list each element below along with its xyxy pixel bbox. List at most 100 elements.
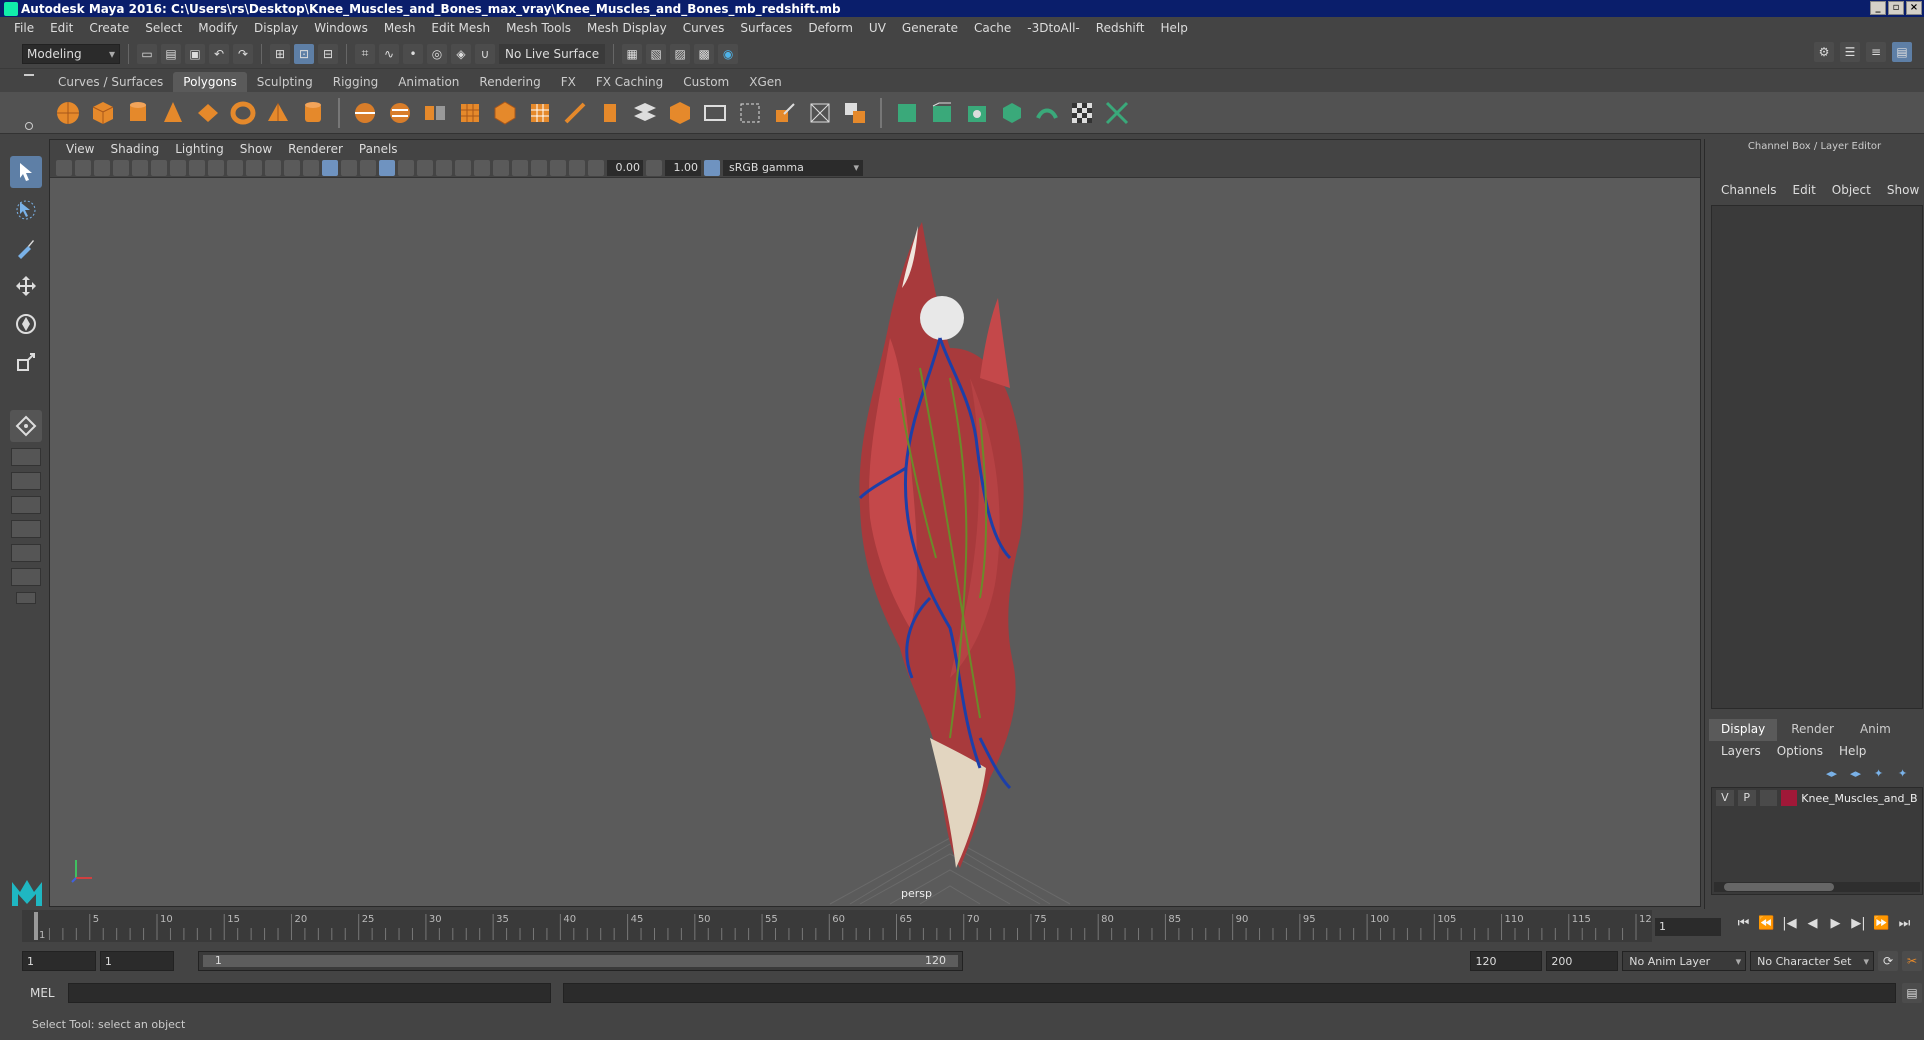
step-back-frame-icon[interactable]: |◀ (1781, 916, 1798, 931)
default-lighting-icon[interactable] (341, 159, 357, 176)
menu-set-dropdown[interactable]: Modeling (22, 43, 120, 64)
mirror-icon[interactable] (421, 99, 449, 127)
smooth-shade-icon[interactable] (322, 159, 338, 176)
move-tool-icon[interactable] (10, 270, 42, 302)
wireframe-icon[interactable] (303, 159, 319, 176)
menu-generate[interactable]: Generate (894, 21, 966, 35)
menu-curves[interactable]: Curves (675, 21, 733, 35)
layer-playback-toggle[interactable]: P (1737, 790, 1756, 806)
select-component-icon[interactable]: ⊟ (318, 43, 338, 64)
maximize-button[interactable]: ▫ (1888, 1, 1904, 15)
panel-menu-show[interactable]: Show (232, 142, 280, 156)
reduce-icon[interactable] (491, 99, 519, 127)
snap-grid-icon[interactable]: ⌗ (355, 43, 375, 64)
ipr-render-icon[interactable]: ▧ (646, 43, 667, 64)
view-transform-dropdown[interactable]: sRGB gamma (723, 159, 863, 176)
multi-cut-icon[interactable] (561, 99, 589, 127)
range-slider-handle[interactable] (202, 955, 958, 967)
menu-surfaces[interactable]: Surfaces (732, 21, 800, 35)
anim-layer-dropdown[interactable]: No Anim Layer (1622, 951, 1747, 972)
uv-checker-icon[interactable] (1068, 99, 1096, 127)
panel-menu-renderer[interactable]: Renderer (280, 142, 351, 156)
layout-two-icon[interactable] (11, 496, 41, 514)
poly-cylinder-icon[interactable] (124, 99, 152, 127)
shelf-tab-xgen[interactable]: XGen (739, 72, 792, 92)
attribute-editor-icon[interactable]: ☰ (1840, 42, 1860, 62)
resolution-gate-icon[interactable] (208, 159, 224, 176)
poly-cone-icon[interactable] (159, 99, 187, 127)
combine-icon[interactable] (351, 99, 379, 127)
hypershade-icon[interactable]: ▩ (694, 43, 715, 64)
menu-redshift[interactable]: Redshift (1088, 21, 1153, 35)
depth-of-field-icon[interactable] (493, 159, 509, 176)
menu-help[interactable]: Help (1152, 21, 1195, 35)
motion-blur-icon[interactable] (455, 159, 471, 176)
save-scene-icon[interactable]: ▣ (185, 43, 205, 64)
modeling-toolkit-icon[interactable]: ⚙ (1814, 42, 1834, 62)
grid-icon[interactable] (170, 159, 186, 176)
shelf-tab-polygons[interactable]: Polygons (173, 72, 247, 92)
animation-preferences-icon[interactable]: ✂ (1902, 951, 1923, 971)
menu-select[interactable]: Select (137, 21, 190, 35)
screen-space-ao-icon[interactable] (436, 159, 452, 176)
show-manipulator-icon[interactable] (10, 410, 42, 442)
magnet-icon[interactable]: ∪ (475, 43, 495, 64)
tool-settings-icon[interactable]: ≡ (1866, 42, 1886, 62)
channel-menu-object[interactable]: Object (1824, 183, 1879, 197)
new-scene-icon[interactable]: ▭ (137, 43, 157, 64)
character-set-dropdown[interactable]: No Character Set (1750, 951, 1875, 972)
playback-start-field[interactable]: 1 (99, 951, 174, 971)
layer-display-type[interactable] (1759, 790, 1778, 806)
gamma-field[interactable]: 1.00 (665, 159, 701, 176)
uv-spherical-icon[interactable] (963, 99, 991, 127)
panel-menu-lighting[interactable]: Lighting (167, 142, 232, 156)
shelf-settings-icon[interactable] (25, 122, 33, 130)
camera-tools-icon[interactable] (75, 159, 91, 176)
menu-windows[interactable]: Windows (306, 21, 376, 35)
snap-curve-icon[interactable]: ∿ (379, 43, 399, 64)
menu-mesh-tools[interactable]: Mesh Tools (498, 21, 579, 35)
menu-uv[interactable]: UV (861, 21, 894, 35)
layer-tab-anim[interactable]: Anim (1848, 719, 1903, 741)
rotate-tool-icon[interactable] (10, 308, 42, 340)
menu-deform[interactable]: Deform (800, 21, 861, 35)
uv-planar-icon[interactable] (893, 99, 921, 127)
poly-torus-icon[interactable] (229, 99, 257, 127)
auto-key-icon[interactable]: ⟳ (1878, 951, 1899, 971)
poly-sphere-icon[interactable] (54, 99, 82, 127)
channel-menu-show[interactable]: Show (1879, 183, 1924, 197)
current-frame-field[interactable]: 1 (1655, 918, 1721, 936)
film-gate-icon[interactable] (189, 159, 205, 176)
menu-edit-mesh[interactable]: Edit Mesh (423, 21, 498, 35)
render-view-icon[interactable]: ◉ (718, 43, 739, 64)
snap-point-icon[interactable]: • (403, 43, 423, 64)
select-tool-icon[interactable] (10, 156, 42, 188)
render-settings-icon[interactable]: ▨ (670, 43, 691, 64)
bookmark-icon[interactable] (94, 159, 110, 176)
shadows-icon[interactable] (417, 159, 433, 176)
move-layer-down-icon[interactable]: ◂▸ (1850, 767, 1868, 781)
gate-mask-icon[interactable] (227, 159, 243, 176)
script-editor-icon[interactable]: ▤ (1902, 983, 1922, 1003)
menu-file[interactable]: File (6, 21, 42, 35)
poly-pipe-icon[interactable] (299, 99, 327, 127)
layout-four-icon[interactable] (11, 472, 41, 490)
scale-tool-icon[interactable] (10, 346, 42, 378)
panel-menu-shading[interactable]: Shading (102, 142, 167, 156)
play-backwards-icon[interactable]: ◀ (1804, 916, 1821, 931)
menu-create[interactable]: Create (81, 21, 137, 35)
animation-end-field[interactable]: 200 (1546, 951, 1619, 971)
step-forward-key-icon[interactable]: ⏩ (1873, 916, 1890, 931)
separate-icon[interactable] (386, 99, 414, 127)
menu-mesh-display[interactable]: Mesh Display (579, 21, 675, 35)
menu-3dtoall[interactable]: -3DtoAll- (1019, 21, 1087, 35)
lasso-tool-icon[interactable] (10, 194, 42, 226)
undo-icon[interactable]: ↶ (209, 43, 229, 64)
layout-single-icon[interactable] (11, 448, 41, 466)
camera-attributes-icon[interactable] (56, 159, 72, 176)
shelf-tab-sculpting[interactable]: Sculpting (247, 72, 323, 92)
safe-action-icon[interactable] (265, 159, 281, 176)
range-slider[interactable]: 1 120 (197, 951, 963, 971)
menu-cache[interactable]: Cache (966, 21, 1019, 35)
menu-mesh[interactable]: Mesh (376, 21, 424, 35)
